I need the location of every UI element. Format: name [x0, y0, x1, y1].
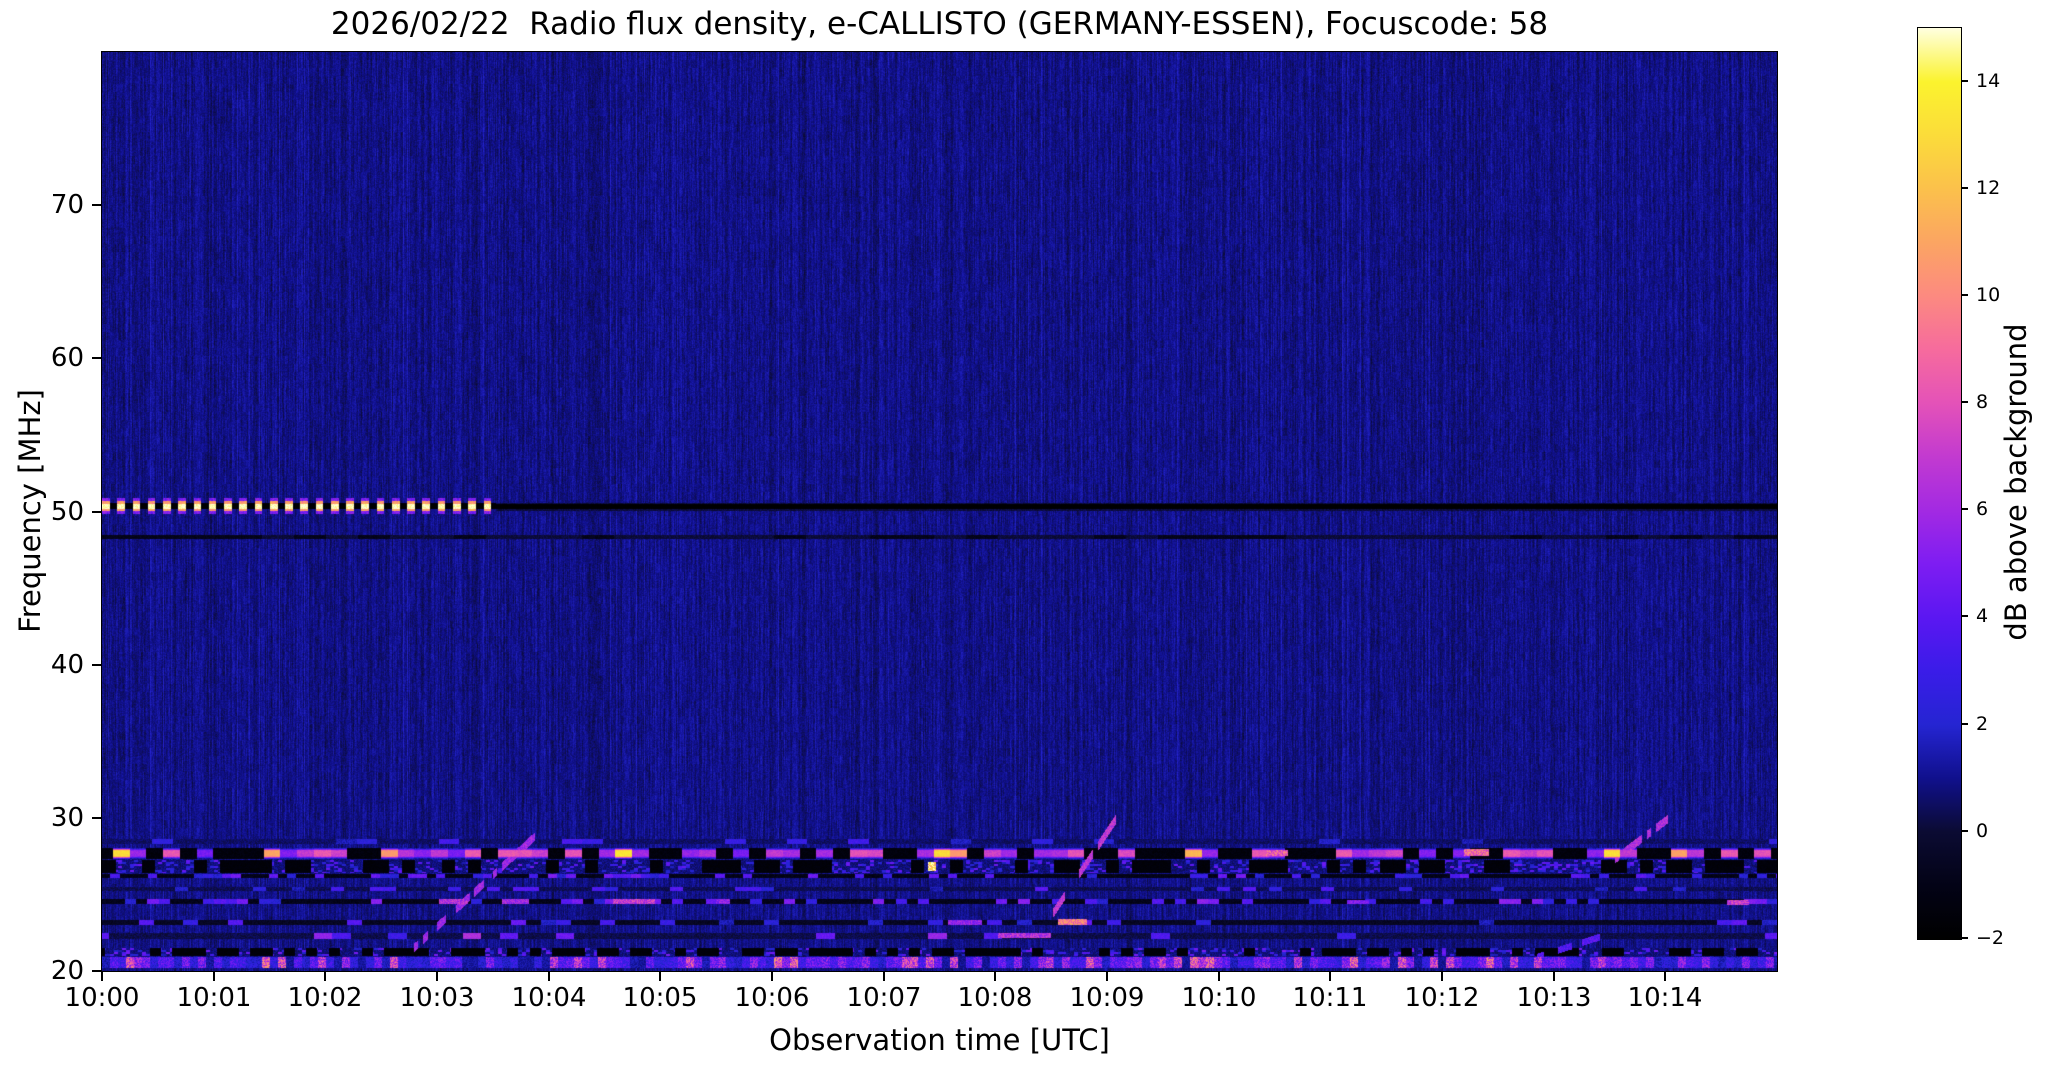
colorbar-tick-mark: [1961, 723, 1968, 725]
y-tick-label: 60: [50, 343, 84, 373]
colorbar-tick-label: −2: [1976, 927, 2005, 949]
x-tick-mark: [1441, 972, 1443, 981]
x-tick-label: 10:04: [511, 983, 587, 1013]
y-tick-label: 70: [50, 190, 84, 220]
colorbar-tick-label: 8: [1976, 391, 1989, 413]
x-tick-label: 10:03: [399, 983, 475, 1013]
x-axis-label: Observation time [UTC]: [769, 1023, 1110, 1057]
colorbar-tick-label: 4: [1976, 605, 1989, 627]
x-tick-mark: [1664, 972, 1666, 981]
x-tick-mark: [436, 972, 438, 981]
chart-title: 2026/02/22 Radio flux density, e-CALLIST…: [330, 6, 1549, 42]
x-tick-mark: [324, 972, 326, 981]
y-tick-mark: [92, 511, 101, 513]
colorbar-tick-mark: [1961, 187, 1968, 189]
x-tick-label: 10:13: [1516, 983, 1592, 1013]
x-tick-mark: [883, 972, 885, 981]
y-tick-label: 50: [50, 497, 84, 527]
y-tick-mark: [92, 817, 101, 819]
colorbar-tick-mark: [1961, 294, 1968, 296]
x-tick-mark: [994, 972, 996, 981]
x-tick-label: 10:11: [1292, 983, 1368, 1013]
x-tick-mark: [1329, 972, 1331, 981]
x-tick-label: 10:05: [622, 983, 698, 1013]
x-tick-mark: [771, 972, 773, 981]
spectrogram-image: [102, 52, 1777, 971]
y-tick-label: 30: [50, 803, 84, 833]
x-tick-mark: [1553, 972, 1555, 981]
x-tick-mark: [1106, 972, 1108, 981]
colorbar-tick-mark: [1961, 615, 1968, 617]
x-tick-label: 10:14: [1627, 983, 1703, 1013]
y-tick-mark: [92, 357, 101, 359]
x-tick-label: 10:12: [1404, 983, 1480, 1013]
colorbar-tick-label: 10: [1976, 284, 2001, 306]
colorbar-tick-mark: [1961, 401, 1968, 403]
colorbar: [1917, 27, 1962, 940]
x-tick-label: 10:08: [957, 983, 1033, 1013]
x-tick-label: 10:00: [64, 983, 140, 1013]
x-tick-mark: [1218, 972, 1220, 981]
spectrogram-figure: 2026/02/22 Radio flux density, e-CALLIST…: [0, 0, 2047, 1067]
x-tick-mark: [101, 972, 103, 981]
x-tick-label: 10:09: [1069, 983, 1145, 1013]
colorbar-tick-mark: [1961, 830, 1968, 832]
x-tick-label: 10:06: [734, 983, 810, 1013]
y-tick-label: 20: [50, 956, 84, 986]
colorbar-tick-label: 12: [1976, 177, 2001, 199]
y-tick-label: 40: [50, 650, 84, 680]
x-tick-mark: [659, 972, 661, 981]
colorbar-tick-label: 14: [1976, 70, 2001, 92]
colorbar-tick-mark: [1961, 937, 1968, 939]
y-tick-mark: [92, 204, 101, 206]
y-tick-mark: [92, 970, 101, 972]
colorbar-tick-mark: [1961, 80, 1968, 82]
x-tick-label: 10:07: [846, 983, 922, 1013]
colorbar-label: dB above background: [1999, 323, 2033, 641]
colorbar-tick-mark: [1961, 508, 1968, 510]
x-tick-label: 10:01: [176, 983, 252, 1013]
colorbar-tick-label: 0: [1976, 820, 1989, 842]
x-tick-label: 10:10: [1181, 983, 1257, 1013]
x-tick-mark: [213, 972, 215, 981]
x-tick-label: 10:02: [287, 983, 363, 1013]
y-tick-mark: [92, 664, 101, 666]
colorbar-tick-label: 6: [1976, 498, 1989, 520]
colorbar-tick-label: 2: [1976, 713, 1989, 735]
x-tick-mark: [548, 972, 550, 981]
